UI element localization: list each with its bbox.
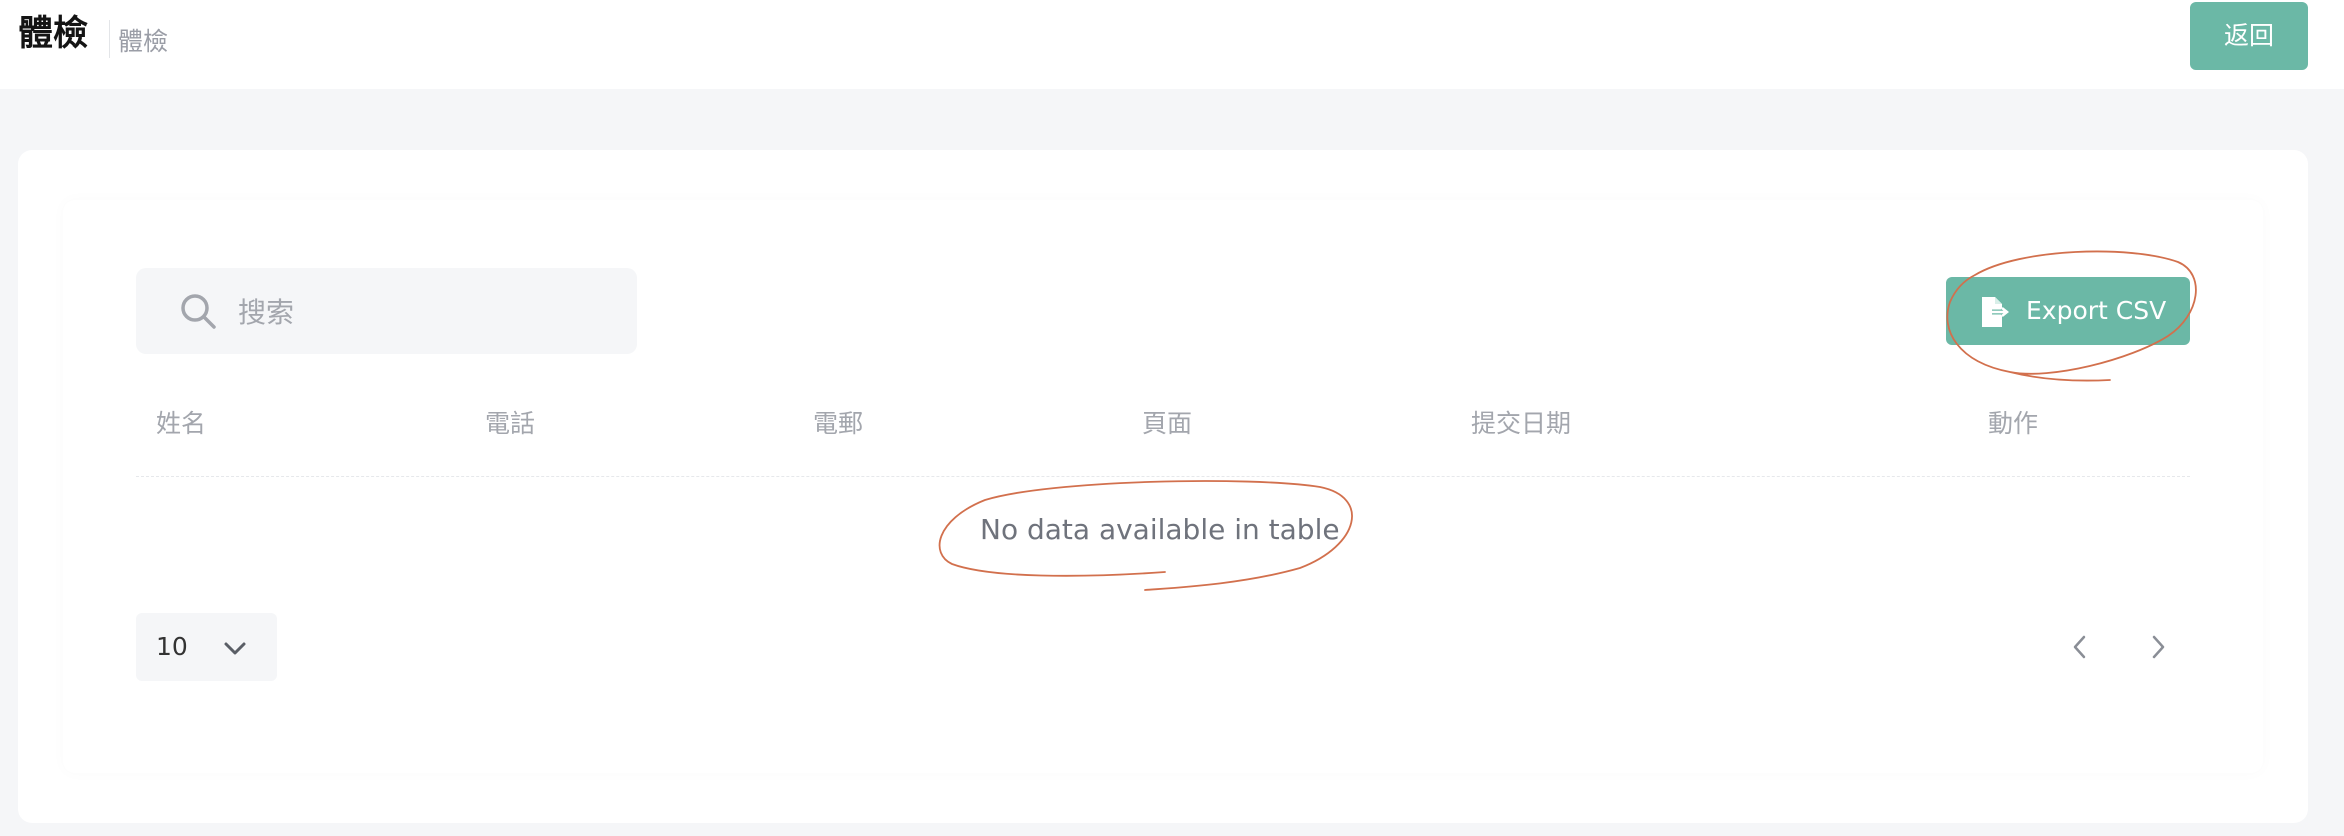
file-export-icon xyxy=(1982,297,2012,327)
back-button[interactable]: 返回 xyxy=(2190,2,2308,70)
chevron-down-icon xyxy=(224,642,246,655)
column-header-actions: 動作 xyxy=(1988,409,2039,438)
search-box[interactable] xyxy=(136,268,637,354)
column-header-email[interactable]: 電郵 xyxy=(813,408,863,440)
page-length-value: 10 xyxy=(156,632,188,661)
export-csv-label: Export CSV xyxy=(2026,296,2167,325)
table-header-divider xyxy=(136,476,2190,477)
column-header-submit-date[interactable]: 提交日期 xyxy=(1471,408,1571,440)
breadcrumb: 體檢 xyxy=(118,27,169,56)
content-card xyxy=(18,150,2308,823)
page-title: 體檢 xyxy=(18,14,89,54)
export-csv-button[interactable]: Export CSV xyxy=(1946,277,2190,345)
title-divider xyxy=(109,20,110,58)
page-length-select[interactable]: 10 xyxy=(136,613,277,681)
search-icon xyxy=(181,294,216,329)
top-bar: 體檢 體檢 返回 xyxy=(0,0,2344,89)
column-header-page[interactable]: 頁面 xyxy=(1142,408,1192,440)
column-header-phone[interactable]: 電話 xyxy=(485,408,535,440)
chevron-left-icon[interactable] xyxy=(2065,630,2095,664)
empty-table-message: No data available in table xyxy=(980,513,1340,546)
column-header-name[interactable]: 姓名 xyxy=(156,408,206,440)
chevron-right-icon[interactable] xyxy=(2143,630,2173,664)
search-input[interactable] xyxy=(236,286,620,338)
